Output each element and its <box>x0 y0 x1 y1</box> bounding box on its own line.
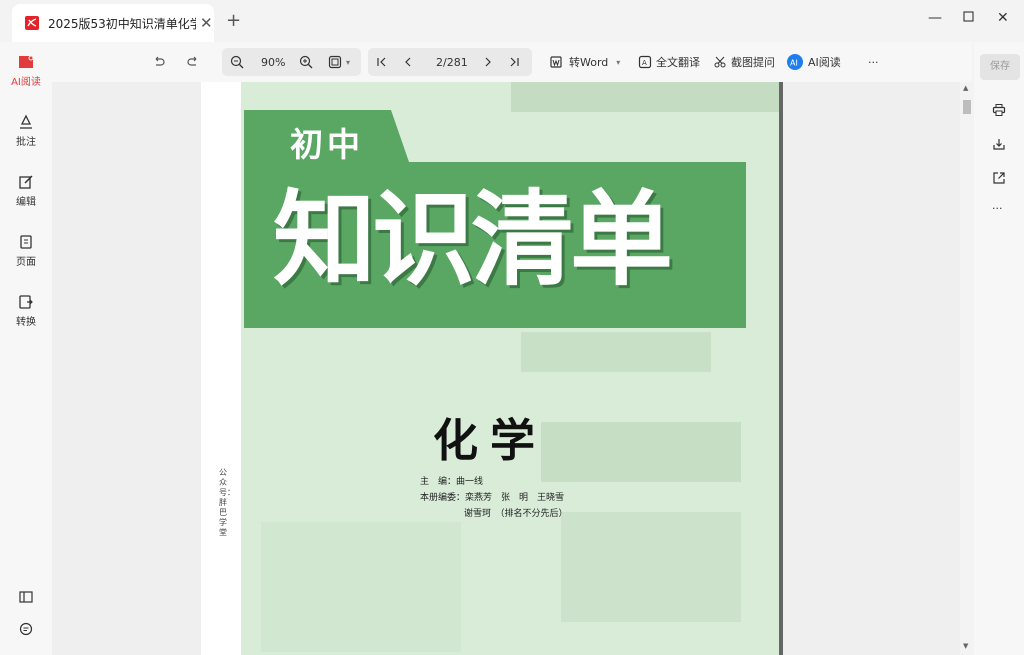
comment-button[interactable] <box>0 622 52 639</box>
editor-label: 主 编： <box>420 477 457 487</box>
sidebar-item-label: 批注 <box>16 137 36 148</box>
zoom-level[interactable]: 90% <box>261 50 285 74</box>
scroll-thumb[interactable] <box>963 100 971 114</box>
svg-text:AI: AI <box>790 59 798 68</box>
sidebar-item-label: AI阅读 <box>11 77 41 88</box>
cover-badge: 初中 <box>290 125 364 164</box>
minimize-button[interactable]: — <box>928 10 942 26</box>
save-button[interactable]: 保存 <box>980 54 1020 80</box>
redo-icon <box>187 56 197 66</box>
document-page: 初中 知识清单 化学 主 编：曲一线 本册编委：栾燕芳 张 明 王晓雪 谢雪珂 … <box>201 82 783 655</box>
edit-icon <box>19 175 33 189</box>
first-page-icon <box>377 57 386 67</box>
chevron-left-icon <box>405 57 411 67</box>
last-page-button[interactable] <box>508 50 520 74</box>
new-tab-button[interactable]: + <box>226 12 241 30</box>
chevron-down-icon[interactable]: ▾ <box>616 58 620 67</box>
board-members: 栾燕芳 张 明 王晓雪 <box>465 493 565 503</box>
translate-label: 全文翻译 <box>656 56 700 69</box>
vertical-scrollbar[interactable]: ▲ ▼ <box>960 82 974 655</box>
board-line: 本册编委：栾燕芳 张 明 王晓雪 <box>420 490 564 503</box>
redo-button[interactable] <box>186 50 200 74</box>
sidebar-item-annotate[interactable]: 批注 <box>0 114 52 148</box>
translate-button[interactable]: A 全文翻译 <box>638 50 700 74</box>
fit-page-icon <box>328 55 342 69</box>
board-line-2: 谢雪珂 （排名不分先后） <box>464 509 568 519</box>
sidebar-item-edit[interactable]: 编辑 <box>0 174 52 208</box>
screenshot-ask-label: 截图提问 <box>731 56 775 69</box>
next-page-button[interactable] <box>482 50 494 74</box>
undo-button[interactable] <box>152 50 166 74</box>
printer-icon <box>992 104 1006 116</box>
editor-line: 主 编：曲一线 <box>420 474 483 487</box>
zoom-out-icon <box>230 55 244 69</box>
convert-icon <box>19 295 33 309</box>
board-label: 本册编委： <box>420 493 466 503</box>
left-sidebar: AI阅读 批注 编辑 页面 转换 <box>0 42 52 655</box>
sidebar-item-label: 转换 <box>16 317 36 328</box>
scroll-down-arrow[interactable]: ▼ <box>963 642 968 650</box>
first-page-button[interactable] <box>376 50 388 74</box>
right-more-button[interactable]: ··· <box>992 202 1003 215</box>
panel-icon <box>19 591 33 603</box>
scissors-icon <box>714 56 726 68</box>
sidebar-item-pages[interactable]: 页面 <box>0 234 52 268</box>
toolbar: 90% ▾ 2/281 转Word ▾ A 全文翻译 截图提问 AI AI阅读 … <box>52 42 972 82</box>
cover-subject: 化学 <box>433 414 548 467</box>
prev-page-button[interactable] <box>402 50 414 74</box>
document-viewer[interactable]: 初中 知识清单 化学 主 编：曲一线 本册编委：栾燕芳 张 明 王晓雪 谢雪珂 … <box>52 82 960 655</box>
title-bar: 2025版53初中知识清单化学... ✕ + — ✕ <box>0 0 1024 42</box>
tab-title: 2025版53初中知识清单化学... <box>48 16 196 31</box>
sidebar-item-ai-read[interactable]: AI阅读 <box>0 54 52 88</box>
comment-icon <box>19 622 33 636</box>
fit-page-button[interactable] <box>328 50 342 74</box>
document-tab[interactable]: 2025版53初中知识清单化学... ✕ <box>12 4 214 42</box>
share-icon <box>993 172 1005 184</box>
more-button[interactable]: ··· <box>868 50 879 74</box>
ai-read-icon <box>19 55 34 68</box>
right-toolbar: 保存 ··· <box>974 42 1024 655</box>
ai-read-button[interactable]: AI AI阅读 <box>786 50 841 74</box>
to-word-button[interactable]: 转Word ▾ <box>549 50 620 74</box>
sidebar-item-label: 页面 <box>16 257 36 268</box>
last-page-icon <box>510 57 519 67</box>
sidebar-item-convert[interactable]: 转换 <box>0 294 52 328</box>
ai-read-icon: AI <box>787 54 803 70</box>
zoom-out-button[interactable] <box>230 50 244 74</box>
download-button[interactable] <box>992 136 1006 155</box>
screenshot-ask-button[interactable]: 截图提问 <box>713 50 775 74</box>
scroll-up-arrow[interactable]: ▲ <box>963 84 968 92</box>
side-vertical-text: 公众号：胖巴学堂 <box>219 468 235 537</box>
pdf-icon <box>25 16 39 30</box>
print-button[interactable] <box>992 102 1006 121</box>
close-tab-icon[interactable]: ✕ <box>200 14 213 32</box>
annotate-icon <box>20 114 32 129</box>
download-icon <box>993 139 1005 150</box>
ai-read-label: AI阅读 <box>808 56 841 69</box>
chevron-down-icon[interactable]: ▾ <box>346 50 350 74</box>
cover-title: 知识清单 <box>273 179 673 300</box>
editor-name: 曲一线 <box>456 477 484 487</box>
book-cover <box>241 82 782 655</box>
zoom-in-icon <box>299 55 313 69</box>
panel-toggle-button[interactable] <box>0 590 52 607</box>
pages-icon <box>20 235 32 249</box>
zoom-in-button[interactable] <box>299 50 313 74</box>
to-word-label: 转Word <box>569 56 609 69</box>
translate-icon: A <box>638 55 652 69</box>
maximize-button[interactable] <box>963 10 974 26</box>
close-window-button[interactable]: ✕ <box>997 10 1009 26</box>
chevron-right-icon <box>485 57 491 67</box>
word-icon <box>550 56 562 68</box>
share-button[interactable] <box>992 170 1006 189</box>
svg-text:A: A <box>642 59 647 67</box>
undo-icon <box>155 56 165 66</box>
page-edge <box>779 82 783 655</box>
cover-art <box>244 82 782 652</box>
page-indicator[interactable]: 2/281 <box>436 50 468 74</box>
sidebar-item-label: 编辑 <box>16 197 36 208</box>
